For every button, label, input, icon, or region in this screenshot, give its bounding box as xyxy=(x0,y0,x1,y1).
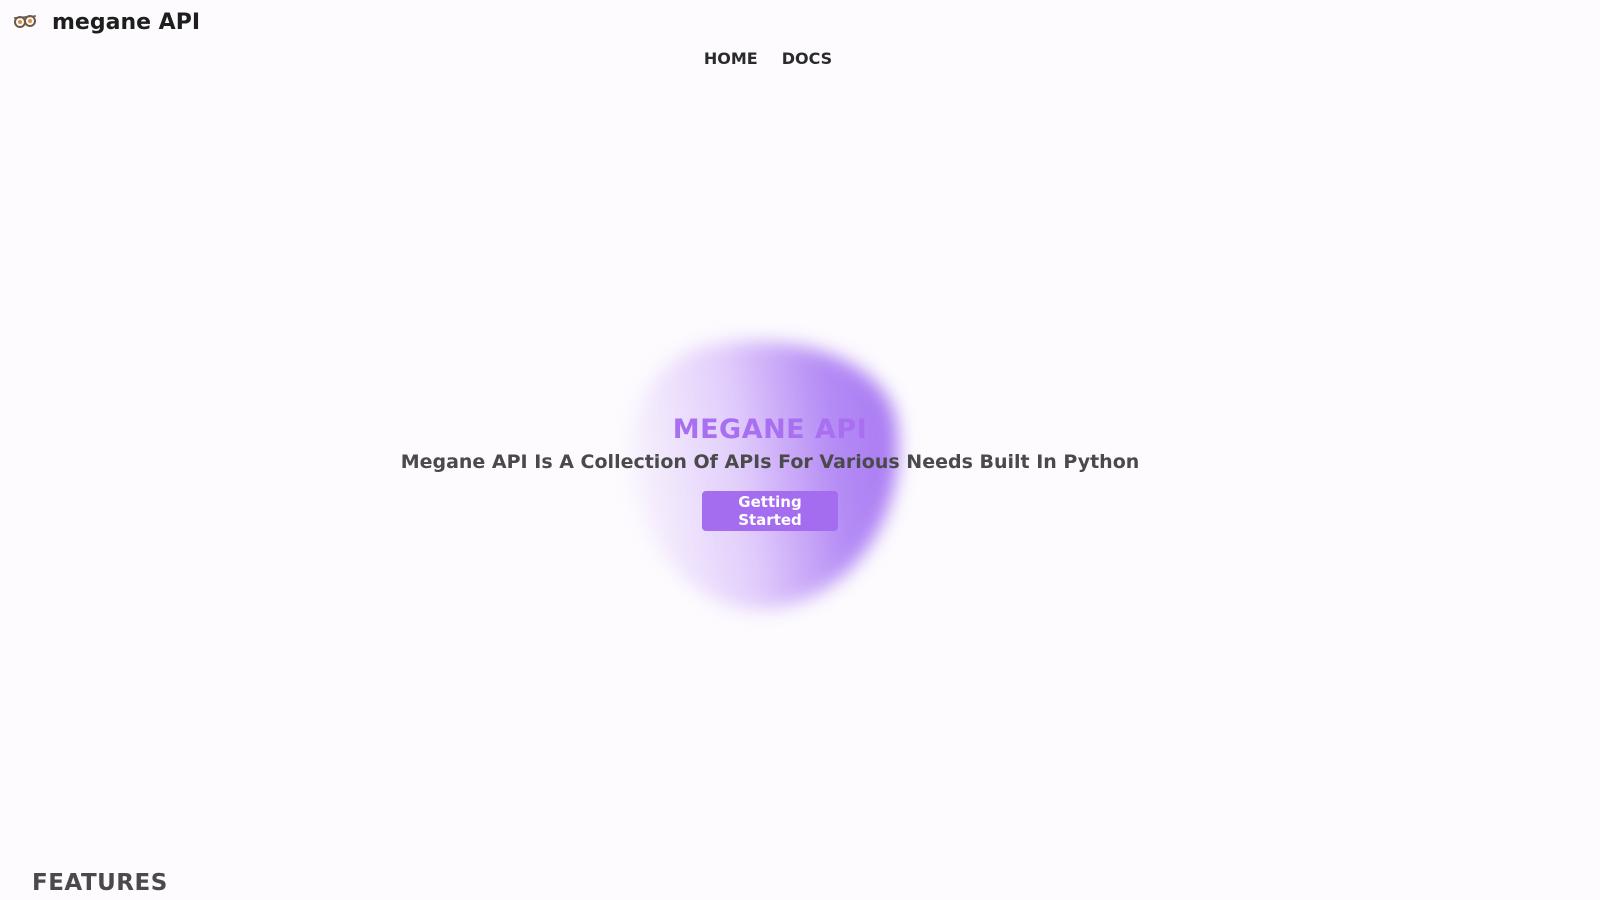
main-nav: HOME DOCS xyxy=(0,49,1600,68)
features-heading: FEATURES xyxy=(32,870,168,896)
nav-docs-link[interactable]: DOCS xyxy=(782,49,832,68)
glasses-icon xyxy=(12,9,38,35)
getting-started-button[interactable]: Getting Started xyxy=(702,491,838,531)
brand[interactable]: megane API xyxy=(12,9,200,35)
decorative-blob xyxy=(614,320,920,626)
brand-name: megane API xyxy=(52,9,201,35)
page: megane API HOME DOCS MEGANE API Megane A… xyxy=(0,0,1600,900)
nav-home-link[interactable]: HOME xyxy=(704,49,758,68)
